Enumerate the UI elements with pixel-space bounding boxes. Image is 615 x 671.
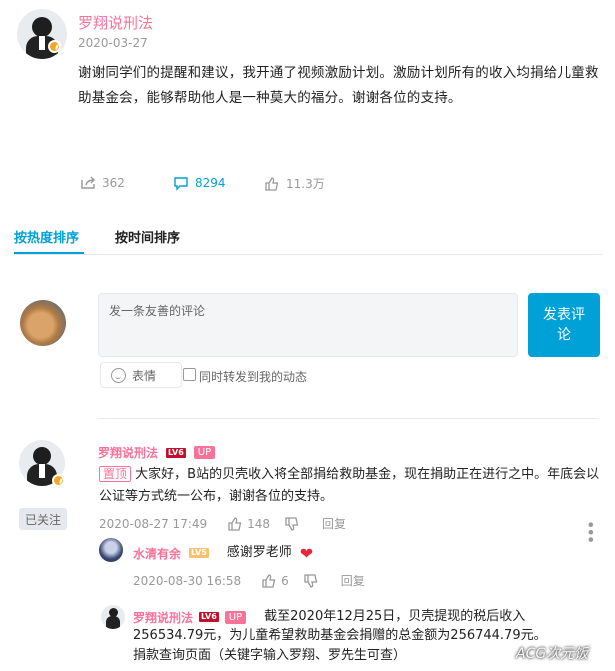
comment-body: 置顶 大家好，B站的贝壳收入将全部捐给救助基金，现在捐助正在进行之中。年底会以公… (99, 464, 604, 508)
reply-author-avatar[interactable] (99, 538, 123, 562)
submit-comment-label: 发表评论 (543, 307, 585, 343)
share-count: 362 (102, 176, 125, 190)
level-badge: LV6 (199, 612, 219, 622)
like-action[interactable]: 11.3万 (264, 175, 325, 192)
post-date: 2020-03-27 (78, 36, 148, 50)
tab-hot[interactable]: 按热度排序 (14, 227, 79, 246)
reply-meta: 2020-08-30 16:58 6 回复 (133, 572, 365, 589)
emoji-label: 表情 (132, 368, 157, 383)
pinned-tag: 置顶 (99, 466, 132, 482)
thumbs-up-icon (265, 176, 279, 191)
up-tag: UP (193, 446, 216, 459)
thumbs-down-icon[interactable] (284, 516, 300, 532)
comment-input[interactable]: 发一条友善的评论 (98, 293, 518, 357)
reply-text: 感谢罗老师 (226, 545, 292, 560)
verified-badge-icon (52, 474, 65, 487)
reply-author-name[interactable]: 水清有余 (133, 545, 181, 562)
comment-count: 8294 (195, 176, 226, 190)
smile-icon (111, 367, 126, 383)
submit-comment-button[interactable]: 发表评论 (528, 293, 600, 357)
share-icon (81, 176, 95, 189)
post-author-name[interactable]: 罗翔说刑法 (78, 12, 153, 33)
reply-button[interactable]: 回复 (341, 572, 365, 589)
followed-button[interactable]: 已关注 (19, 508, 67, 530)
comment-bubble-icon (174, 177, 188, 191)
reply-date: 2020-08-30 16:58 (133, 573, 242, 588)
thumbs-up-icon[interactable] (261, 573, 277, 589)
emoji-button[interactable]: 表情 (100, 362, 182, 388)
comment-like-count: 148 (247, 516, 271, 531)
comment-text: 大家好，B站的贝壳收入将全部捐给救助基金，现在捐助正在进行之中。年底会以公证等方… (99, 467, 600, 504)
sync-label: 同时转发到我的动态 (199, 370, 308, 384)
level-badge: LV5 (189, 548, 209, 558)
author-avatar[interactable] (17, 9, 67, 59)
comment-placeholder: 发一条友善的评论 (109, 304, 206, 318)
thumbs-down-icon[interactable] (303, 573, 319, 589)
tab-time[interactable]: 按时间排序 (115, 227, 180, 246)
heart-icon: ❤ (299, 543, 314, 563)
tabs-divider (14, 254, 602, 255)
reply-text-line2: 256534.79元，为儿童希望救助基金会捐赠的总金额为256744.79元。 (133, 628, 547, 643)
share-action[interactable]: 362 (80, 175, 125, 191)
comment-header: 罗翔说刑法 LV6 UP (98, 444, 216, 461)
current-user-avatar[interactable] (20, 300, 66, 346)
up-tag: UP (224, 610, 247, 624)
more-options-icon[interactable]: ••• (581, 520, 600, 542)
reply-button[interactable]: 回复 (322, 515, 346, 532)
reply-author-avatar[interactable] (101, 605, 125, 629)
verified-badge-icon (48, 40, 61, 53)
watermark: ACG次元饭 (516, 646, 589, 662)
comment-date: 2020-08-27 17:49 (99, 516, 208, 531)
reply-text-line3: 捐款查询页面（关键字输入罗翔、罗先生可查） (133, 648, 407, 663)
reply-header: 水清有余 LV5 感谢罗老师 ❤ (133, 542, 313, 564)
reply-author-name[interactable]: 罗翔说刑法 (133, 609, 193, 626)
composer-divider (98, 418, 598, 419)
comment-action[interactable]: 8294 (173, 175, 226, 191)
reply-like-count: 6 (281, 573, 289, 588)
thumbs-up-icon[interactable] (227, 516, 243, 532)
post-text: 谢谢同学们的提醒和建议，我开通了视频激励计划。激励计划所有的收入均捐给儿童救助基… (78, 65, 599, 106)
comment-author-name[interactable]: 罗翔说刑法 (98, 444, 158, 461)
like-count: 11.3万 (286, 177, 325, 191)
comment-meta: 2020-08-27 17:49 148 回复 (99, 515, 346, 532)
sync-checkbox[interactable] (183, 368, 196, 381)
level-badge: LV6 (166, 447, 186, 458)
